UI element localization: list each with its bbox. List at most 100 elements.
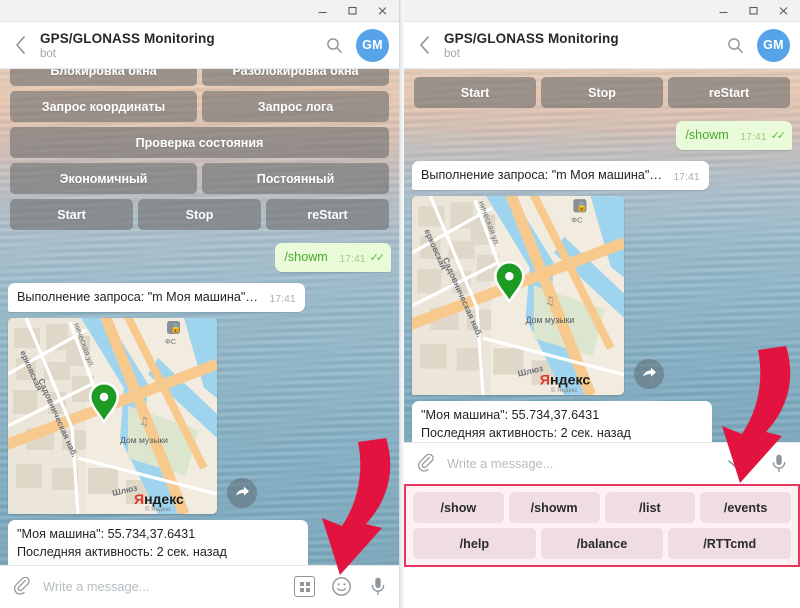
message-row-map: Садовническая наб. ерковская ническая ул… [8, 318, 391, 514]
keyboard-row: Start Stop reStart [10, 199, 389, 230]
screenshot-root: GPS/GLONASS Monitoring bot GM Блокировка… [0, 0, 800, 608]
kbd-btn-stop[interactable]: Stop [138, 199, 261, 230]
message-bubble-info[interactable]: "Моя машина": 55.734,37.6431 Последняя а… [412, 401, 712, 442]
map-image[interactable]: Садовническая наб. ерковская ническая ул… [412, 196, 624, 395]
titlebar-left [0, 0, 399, 22]
message-row: /showm 17:41 ✓✓ [8, 243, 391, 272]
message-meta: 17:41 ✓✓ [740, 129, 783, 145]
chevron-down-icon[interactable] [726, 457, 747, 471]
telegram-window-before: GPS/GLONASS Monitoring bot GM Блокировка… [0, 0, 399, 608]
close-icon[interactable] [367, 0, 397, 21]
window-controls-right [708, 0, 800, 21]
message-row: /showm 17:41 ✓✓ [412, 121, 792, 150]
kbd-btn-restart[interactable]: reStart [668, 77, 790, 108]
kbd-btn-stop[interactable]: Stop [541, 77, 663, 108]
back-chevron-icon[interactable] [8, 25, 34, 65]
telegram-window-after: GPS/GLONASS Monitoring bot GM Start Stop… [404, 0, 800, 608]
cmd-btn-help[interactable]: /help [413, 528, 536, 559]
microphone-icon[interactable] [769, 453, 789, 474]
svg-text:ФС: ФС [571, 215, 583, 224]
message-bubble-info[interactable]: "Моя машина": 55.734,37.6431 Последняя а… [8, 520, 308, 565]
message-time: 17:41 [269, 292, 295, 307]
chat-header-right: GPS/GLONASS Monitoring bot GM [404, 22, 800, 69]
message-bubble-request-note[interactable]: Выполнение запроса: "m Моя машина"… 17:4… [8, 283, 305, 312]
svg-text:♫: ♫ [545, 294, 555, 307]
titlebar-right [404, 0, 800, 22]
commands-rows: /show /showm /list /events /help /balanc… [413, 492, 791, 559]
keyboard-row: Проверка состояния [10, 127, 389, 158]
maximize-icon[interactable] [337, 0, 367, 21]
kbd-btn-constant[interactable]: Постоянный [202, 163, 389, 194]
search-icon[interactable] [720, 30, 750, 60]
bot-keyboard-right: Start Stop reStart [412, 77, 792, 108]
message-time: 17:41 [339, 252, 365, 267]
message-text: /showm [284, 250, 327, 264]
emoji-icon[interactable] [331, 576, 352, 597]
cmd-btn-events[interactable]: /events [700, 492, 791, 523]
info-line: Адрес: Россия, Москва, Нижняя Краснохолм… [17, 562, 299, 566]
kbd-btn-request-log[interactable]: Запрос лога [202, 91, 389, 122]
avatar[interactable]: GM [757, 29, 790, 62]
message-time: 17:41 [673, 170, 699, 185]
message-bubble-map[interactable]: Садовническая наб. ерковская ническая ул… [412, 196, 624, 395]
message-bubble-request-note[interactable]: Выполнение запроса: "m Моя машина"… 17:4… [412, 161, 709, 190]
map-image[interactable]: Садовническая наб. ерковская ническая ул… [8, 318, 217, 514]
message-time: 17:41 [740, 130, 766, 145]
kbd-btn-economy[interactable]: Экономичный [10, 163, 197, 194]
composer-right [404, 442, 800, 484]
kbd-btn-restart[interactable]: reStart [266, 199, 389, 230]
microphone-icon[interactable] [368, 576, 388, 597]
info-line: Последняя активность: 2 сек. назад [17, 544, 299, 562]
message-input[interactable] [447, 456, 718, 471]
message-text: Выполнение запроса: "m Моя машина"… [17, 290, 258, 304]
message-row: "Моя машина": 55.734,37.6431 Последняя а… [412, 401, 792, 442]
svg-text:🔒: 🔒 [170, 323, 181, 334]
cmd-btn-show[interactable]: /show [413, 492, 504, 523]
message-row: Выполнение запроса: "m Моя машина"… 17:4… [412, 161, 792, 190]
svg-text:© Яндекс: © Яндекс [551, 387, 578, 394]
minimize-icon[interactable] [708, 0, 738, 21]
kbd-btn-request-coords[interactable]: Запрос координаты [10, 91, 197, 122]
cmd-btn-rttcmd[interactable]: /RTTcmd [668, 528, 791, 559]
svg-text:Яндекс: Яндекс [134, 491, 184, 507]
message-bubble-outgoing[interactable]: /showm 17:41 ✓✓ [676, 121, 792, 150]
commands-row: /help /balance /RTTcmd [413, 528, 791, 559]
kbd-btn-start[interactable]: Start [414, 77, 536, 108]
paperclip-icon[interactable] [11, 575, 35, 599]
page-title: GPS/GLONASS Monitoring [444, 31, 720, 46]
composer-actions-left [294, 576, 388, 597]
back-chevron-icon[interactable] [412, 25, 438, 65]
share-icon[interactable] [227, 478, 257, 508]
paperclip-icon[interactable] [415, 452, 439, 476]
grid-keyboard-icon[interactable] [294, 576, 315, 597]
keyboard-row: Блокировка окна Разблокировка окна [10, 69, 389, 86]
svg-text:Дом музыки: Дом музыки [120, 435, 168, 445]
info-line: Последняя активность: 2 сек. назад [421, 425, 703, 442]
svg-text:© Яндекс: © Яндекс [145, 506, 171, 513]
cmd-btn-list[interactable]: /list [605, 492, 696, 523]
search-input message-input[interactable] [43, 579, 286, 594]
maximize-icon[interactable] [738, 0, 768, 21]
cmd-btn-showm[interactable]: /showm [509, 492, 600, 523]
chat-subtitle: bot [40, 48, 319, 60]
message-bubble-map[interactable]: Садовническая наб. ерковская ническая ул… [8, 318, 217, 514]
chat-title-block: GPS/GLONASS Monitoring bot [40, 31, 319, 60]
kbd-btn-block-window[interactable]: Блокировка окна [10, 69, 197, 86]
cmd-btn-balance[interactable]: /balance [541, 528, 664, 559]
kbd-btn-check-state[interactable]: Проверка состояния [10, 127, 389, 158]
window-controls-left [307, 0, 399, 21]
close-icon[interactable] [768, 0, 798, 21]
kbd-btn-unblock-window[interactable]: Разблокировка окна [202, 69, 389, 86]
message-bubble-outgoing[interactable]: /showm 17:41 ✓✓ [275, 243, 391, 272]
kbd-btn-start[interactable]: Start [10, 199, 133, 230]
avatar[interactable]: GM [356, 29, 389, 62]
svg-text:♫: ♫ [139, 415, 149, 428]
share-icon[interactable] [634, 359, 664, 389]
search-icon[interactable] [319, 30, 349, 60]
chat-scroll-left[interactable]: Блокировка окна Разблокировка окна Запро… [0, 69, 399, 565]
read-ticks-icon: ✓✓ [370, 251, 382, 267]
svg-text:🔒: 🔒 [576, 201, 587, 212]
minimize-icon[interactable] [307, 0, 337, 21]
chat-scroll-right[interactable]: Start Stop reStart /showm 17:41 ✓✓ [404, 69, 800, 442]
commands-panel: /show /showm /list /events /help /balanc… [404, 484, 800, 567]
